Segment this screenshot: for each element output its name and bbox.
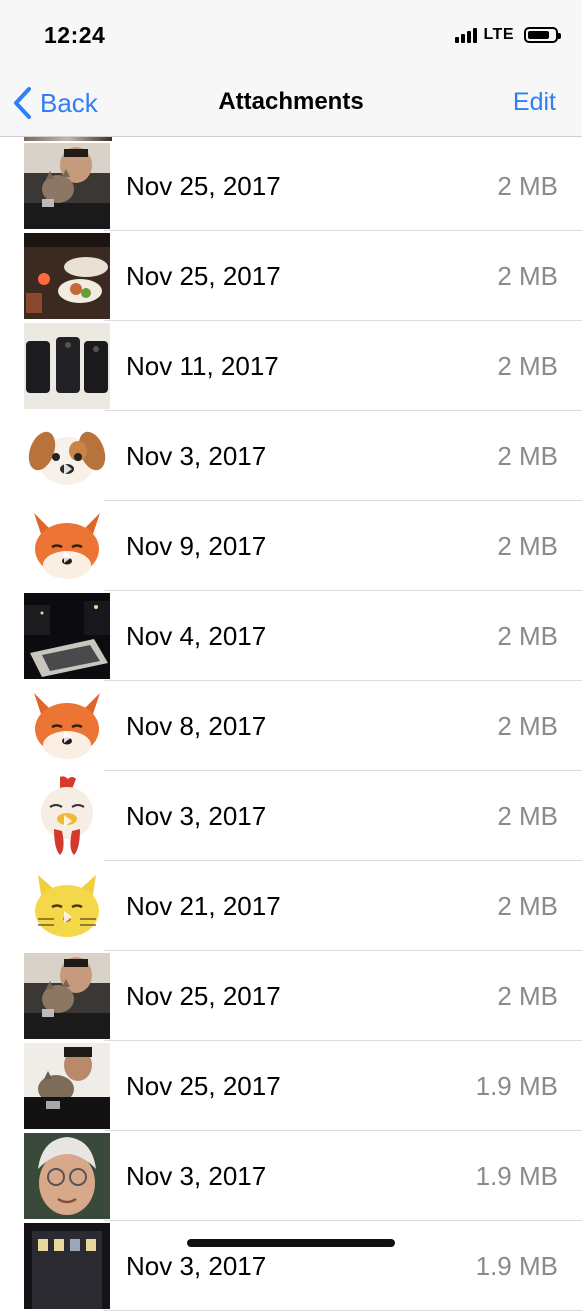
animoji-fox-thumbnail (24, 683, 110, 769)
attachment-date: Nov 25, 2017 (126, 981, 281, 1011)
attachment-size: 2 MB (497, 891, 558, 921)
attachment-size: 2 MB (497, 441, 558, 471)
attachment-row[interactable]: Nov 11, 2017 2 MB (0, 321, 582, 411)
attachment-size: 2 MB (497, 171, 558, 201)
attachment-row[interactable]: Nov 3, 2017 2 MB (0, 771, 582, 861)
photo-man-hugging-cat-thumbnail (24, 1043, 110, 1129)
attachment-date: Nov 3, 2017 (126, 441, 267, 471)
attachment-date: Nov 25, 2017 (126, 171, 281, 201)
attachment-size: 1.9 MB (475, 1251, 558, 1281)
photo-man-with-cat-thumbnail (24, 143, 110, 229)
attachment-date: Nov 11, 2017 (126, 351, 279, 381)
attachment-row[interactable]: Nov 8, 2017 2 MB (0, 681, 582, 771)
attachment-size: 2 MB (497, 621, 558, 651)
photo-woman-glasses-thumbnail (24, 1133, 110, 1219)
attachment-date: Nov 9, 2017 (126, 531, 267, 561)
attachment-size: 1.9 MB (475, 1071, 558, 1101)
animoji-chicken-thumbnail (24, 773, 110, 859)
attachment-row[interactable]: Nov 25, 2017 1.9 MB (0, 1041, 582, 1131)
photo-building-night-thumbnail (24, 1223, 110, 1309)
attachment-row[interactable]: Nov 9, 2017 2 MB (0, 501, 582, 591)
status-bar: 12:24 LTE (0, 0, 582, 68)
attachments-list: Nov 25, 2017 2 MB Nov 25, 2017 2 MB Nov 11, … (0, 137, 582, 1311)
attachment-row[interactable]: Nov 3, 2017 1.9 MB (0, 1131, 582, 1221)
cellular-signal-icon (455, 27, 478, 43)
attachment-row[interactable]: Nov 3, 2017 1.9 MB (0, 1221, 582, 1311)
attachment-size: 2 MB (497, 801, 558, 831)
edit-button[interactable]: Edit (513, 88, 556, 117)
photo-night-city-thumbnail (24, 593, 110, 679)
status-time: 12:24 (44, 22, 106, 48)
attachment-date: Nov 3, 2017 (126, 1251, 267, 1281)
attachment-date: Nov 21, 2017 (126, 891, 281, 921)
navigation-bar: Back Attachments Edit (0, 68, 582, 137)
attachment-date: Nov 4, 2017 (126, 621, 267, 651)
network-type: LTE (483, 26, 514, 43)
attachment-size: 2 MB (497, 531, 558, 561)
animoji-dog-thumbnail (24, 413, 110, 499)
attachment-date: Nov 25, 2017 (126, 1071, 281, 1101)
attachment-row[interactable]: Nov 25, 2017 2 MB (0, 951, 582, 1041)
attachment-date: Nov 3, 2017 (126, 801, 267, 831)
attachment-size: 2 MB (497, 981, 558, 1011)
attachment-size: 2 MB (497, 711, 558, 741)
status-indicators: LTE (455, 26, 561, 44)
attachment-row[interactable]: Nov 25, 2017 2 MB (0, 231, 582, 321)
attachment-row[interactable]: Nov 21, 2017 2 MB (0, 861, 582, 951)
attachment-size: 2 MB (497, 351, 558, 381)
animoji-cat-thumbnail (24, 863, 110, 949)
attachment-date: Nov 25, 2017 (126, 261, 281, 291)
animoji-fox-thumbnail (24, 503, 110, 589)
home-indicator[interactable] (187, 1239, 395, 1247)
attachment-size: 2 MB (497, 261, 558, 291)
attachment-row[interactable]: Nov 25, 2017 2 MB (0, 141, 582, 231)
photo-man-with-cat-thumbnail (24, 953, 110, 1039)
photo-dinner-table-thumbnail (24, 233, 110, 319)
attachment-date: Nov 8, 2017 (126, 711, 267, 741)
battery-icon (524, 27, 561, 43)
attachment-row[interactable]: Nov 3, 2017 2 MB (0, 411, 582, 501)
attachment-size: 1.9 MB (475, 1161, 558, 1191)
attachment-date: Nov 3, 2017 (126, 1161, 267, 1191)
photo-phones-thumbnail (24, 323, 110, 409)
attachment-row[interactable]: Nov 4, 2017 2 MB (0, 591, 582, 681)
page-title: Attachments (218, 88, 364, 115)
